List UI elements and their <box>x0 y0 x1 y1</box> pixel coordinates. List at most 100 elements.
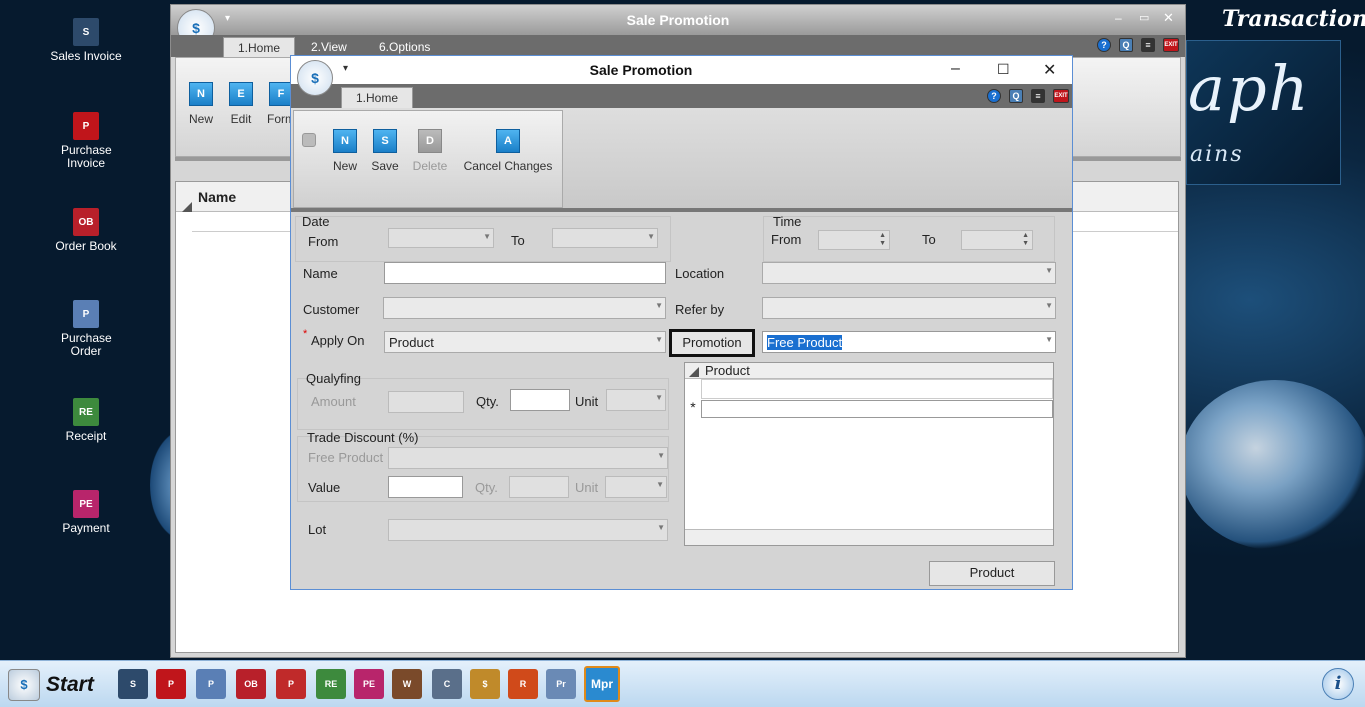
lock-icon[interactable] <box>302 133 316 147</box>
new-button[interactable]: N New <box>184 82 218 126</box>
customer-label: Customer <box>303 302 360 317</box>
value-input[interactable] <box>388 476 463 498</box>
amount-input[interactable] <box>388 391 464 413</box>
date-to-picker[interactable]: ▼ <box>552 228 658 248</box>
info-icon[interactable]: i <box>1322 668 1354 700</box>
chevron-down-icon: ▼ <box>1045 266 1053 275</box>
desktop-icon-purchase-order[interactable]: P Purchase Order <box>31 300 141 358</box>
notes-icon[interactable]: ≡ <box>1031 89 1045 103</box>
grid-scrollbar[interactable] <box>685 529 1053 545</box>
referby-select[interactable]: ▼ <box>762 297 1056 319</box>
exit-icon[interactable]: EXIT <box>1163 38 1179 52</box>
purchase-invoice-icon[interactable]: P <box>156 669 186 699</box>
qty2-label: Qty. <box>475 480 498 495</box>
new-button[interactable]: N New <box>328 129 362 173</box>
date-from-label: From <box>308 234 339 249</box>
promotion-type-select[interactable]: Free Product ▼ <box>762 331 1056 353</box>
unit-select[interactable]: ▼ <box>606 389 666 411</box>
value-label: Value <box>308 480 341 495</box>
dialog-title: Sale Promotion <box>589 62 693 78</box>
time-from-spinner[interactable]: ▲ ▼ <box>818 230 890 250</box>
maximize-icon[interactable]: ☐ <box>997 61 1010 78</box>
receipt-icon[interactable]: RE <box>316 669 346 699</box>
desktop-icon-purchase-invoice[interactable]: P Purchase Invoice <box>31 112 141 170</box>
desktop-icon-label: Order Book <box>55 239 117 253</box>
edit-label: Edit <box>230 112 252 126</box>
restore-icon[interactable]: ▭ <box>1139 11 1149 24</box>
desktop-icon-receipt[interactable]: RE Receipt <box>31 398 141 443</box>
grid-new-row[interactable] <box>701 400 1053 418</box>
edit-button[interactable]: E Edit <box>224 82 258 126</box>
qty2-input[interactable] <box>509 476 569 498</box>
start-button[interactable]: Start <box>46 673 94 697</box>
select-all-icon[interactable] <box>689 367 699 377</box>
qty-label: Qty. <box>476 394 499 409</box>
desktop-icon-label: Payment <box>62 521 110 535</box>
applyon-select[interactable]: Product ▼ <box>384 331 666 353</box>
desktop-icon-order-book[interactable]: OB Order Book <box>31 208 141 253</box>
minimize-icon[interactable]: – <box>1115 11 1122 25</box>
dialog-ribbon-tabs: 1.Home ? Q ≡ EXIT <box>291 84 1072 108</box>
payment-icon[interactable]: PE <box>354 669 384 699</box>
chevron-down-icon: ▼ <box>655 335 663 344</box>
grid-header-product[interactable]: Product <box>705 363 750 378</box>
desktop-icon-label: Receipt <box>65 429 107 443</box>
close-icon[interactable]: ✕ <box>1163 10 1174 26</box>
notes-icon[interactable]: ≡ <box>1141 38 1155 52</box>
calculator-icon[interactable]: C <box>432 669 462 699</box>
lot-select[interactable]: ▼ <box>388 519 668 541</box>
time-to-spinner[interactable]: ▲ ▼ <box>961 230 1033 250</box>
spinner-arrows-icon: ▲ ▼ <box>879 232 886 247</box>
tab-options[interactable]: 6.Options <box>365 37 444 57</box>
cancel-changes-label: Cancel Changes <box>463 159 553 173</box>
desktop-icon-payment[interactable]: PE Payment <box>31 490 141 535</box>
location-select[interactable]: ▼ <box>762 262 1056 284</box>
promotion-button[interactable]: Promotion <box>669 329 755 357</box>
app-logo-icon: $ <box>297 60 333 96</box>
unit2-label: Unit <box>575 480 599 495</box>
window-title: Sale Promotion <box>626 12 730 28</box>
unit2-select[interactable]: ▼ <box>605 476 667 498</box>
search-icon[interactable]: Q <box>1009 89 1023 103</box>
grid-row[interactable] <box>701 379 1053 399</box>
money-bag-icon[interactable]: $ <box>470 669 500 699</box>
product-button[interactable]: Product <box>929 561 1055 586</box>
delete-button[interactable]: D Delete <box>408 129 452 173</box>
tab-view[interactable]: 2.View <box>297 37 361 57</box>
minimize-icon[interactable]: – <box>951 60 960 78</box>
free-product-select[interactable]: ▼ <box>388 447 668 469</box>
recycle-icon[interactable]: R <box>508 669 538 699</box>
qty-input[interactable] <box>510 389 570 411</box>
start-logo-icon[interactable]: $ <box>8 669 40 701</box>
lot-label: Lot <box>308 522 327 537</box>
cancel-changes-button[interactable]: A Cancel Changes <box>460 129 556 173</box>
desktop-icon-label: Sales Invoice <box>50 49 122 63</box>
worker-icon[interactable]: W <box>392 669 422 699</box>
printer-icon[interactable]: Pr <box>546 669 576 699</box>
tab-home[interactable]: 1.Home <box>223 37 296 57</box>
chevron-down-icon: ▼ <box>657 523 665 532</box>
select-all-icon[interactable] <box>182 202 192 212</box>
close-icon[interactable]: ✕ <box>1043 60 1056 80</box>
mpr-icon[interactable]: Mpr <box>584 666 620 702</box>
help-icon[interactable]: ? <box>987 89 1001 103</box>
promotion-type-value: Free Product <box>767 335 843 350</box>
customer-select[interactable]: ▼ <box>383 297 666 319</box>
sales-invoice-icon[interactable]: S <box>118 669 148 699</box>
list-header-name[interactable]: Name <box>198 189 236 205</box>
product-grid[interactable]: Product * <box>684 362 1054 546</box>
new-icon: N <box>189 82 213 106</box>
purchase-order-icon[interactable]: P <box>196 669 226 699</box>
stock-icon[interactable]: P <box>276 669 306 699</box>
date-from-picker[interactable]: ▼ <box>388 228 494 248</box>
free-product-label: Free Product <box>308 450 384 465</box>
save-button[interactable]: S Save <box>368 129 402 173</box>
desktop-icon-sales-invoice[interactable]: S Sales Invoice <box>31 18 141 63</box>
exit-icon[interactable]: EXIT <box>1053 89 1069 103</box>
search-icon[interactable]: Q <box>1119 38 1133 52</box>
order-book-icon[interactable]: OB <box>236 669 266 699</box>
chevron-down-icon: ▼ <box>483 232 491 241</box>
name-input[interactable] <box>384 262 666 284</box>
help-icon[interactable]: ? <box>1097 38 1111 52</box>
tab-home[interactable]: 1.Home <box>341 87 414 108</box>
